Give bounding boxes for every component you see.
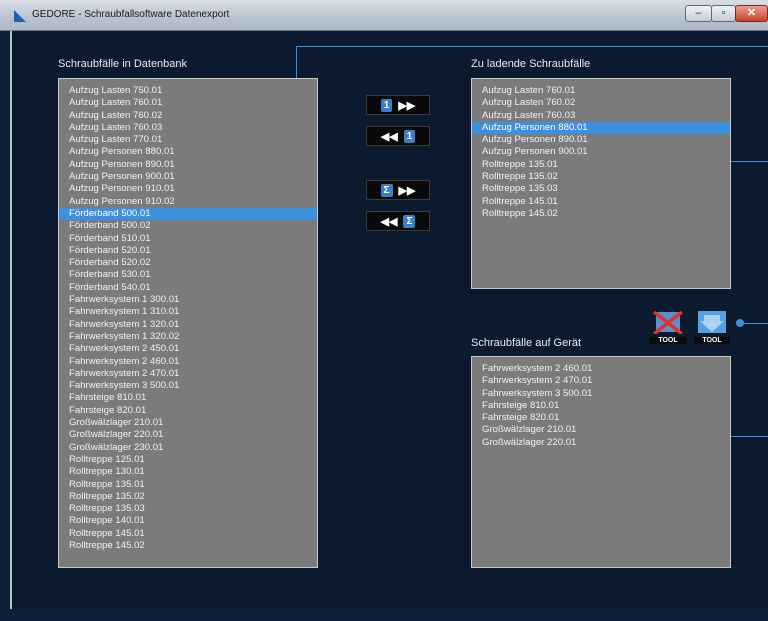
list-item[interactable]: Aufzug Personen 880.01 — [59, 146, 317, 158]
arrow-left-icon: ◀◀ — [380, 130, 398, 143]
list-item[interactable]: Förderband 520.01 — [59, 245, 317, 257]
list-item[interactable]: Fahrsteige 820.01 — [472, 412, 730, 424]
list-item[interactable]: Fahrwerksystem 1 310.01 — [59, 306, 317, 318]
list-item[interactable]: Fahrwerksystem 2 460.01 — [472, 363, 730, 375]
to-load-listbox[interactable]: Aufzug Lasten 760.01 Aufzug Lasten 760.02… — [471, 78, 731, 289]
list-item[interactable]: Aufzug Personen 910.01 — [59, 183, 317, 195]
list-item[interactable]: Aufzug Personen 910.02 — [59, 196, 317, 208]
connector-line — [296, 46, 768, 47]
list-item[interactable]: Rolltreppe 145.02 — [472, 208, 730, 220]
list-item[interactable]: Großwälzlager 220.01 — [59, 429, 317, 441]
list-item[interactable]: Rolltreppe 125.01 — [59, 454, 317, 466]
list-item[interactable]: Rolltreppe 140.01 — [59, 515, 317, 527]
list-item[interactable]: Rolltreppe 145.02 — [59, 540, 317, 552]
remove-one-button[interactable]: ◀◀ 1 — [366, 126, 430, 146]
list-item[interactable]: Rolltreppe 135.03 — [59, 503, 317, 515]
on-device-listbox[interactable]: Fahrwerksystem 2 460.01 Fahrwerksystem 2 … — [471, 356, 731, 568]
list-item[interactable]: Aufzug Personen 890.01 — [59, 159, 317, 171]
list-item[interactable]: Rolltreppe 135.01 — [472, 159, 730, 171]
list-item[interactable]: Aufzug Lasten 750.01 — [59, 85, 317, 97]
arrow-right-icon: ▶▶ — [398, 184, 416, 197]
close-button[interactable]: ✕ — [735, 5, 768, 22]
arrow-right-icon: ▶▶ — [398, 99, 416, 112]
list-item[interactable]: Fahrwerksystem 1 300.01 — [59, 294, 317, 306]
list-item[interactable]: Aufzug Personen 900.01 — [472, 146, 730, 158]
list-item[interactable]: Förderband 500.02 — [59, 220, 317, 232]
list-item[interactable]: Fahrsteige 810.01 — [59, 392, 317, 404]
download-to-tool-icon — [698, 311, 726, 333]
list-item[interactable]: Großwälzlager 220.01 — [472, 437, 730, 449]
list-item[interactable]: Rolltreppe 135.02 — [472, 171, 730, 183]
list-item[interactable]: Rolltreppe 130.01 — [59, 466, 317, 478]
all-cases-icon: Σ — [403, 214, 416, 228]
delete-tool-button[interactable]: TOOL — [650, 310, 686, 344]
list-item[interactable]: Aufzug Personen 880.01 — [472, 121, 730, 135]
list-item[interactable]: Rolltreppe 135.02 — [59, 491, 317, 503]
list-item[interactable]: Aufzug Personen 900.01 — [59, 171, 317, 183]
list-item[interactable]: Großwälzlager 210.01 — [472, 424, 730, 436]
list-item[interactable]: Förderband 500.01 — [59, 207, 317, 221]
minimize-button[interactable]: – — [685, 5, 712, 22]
list-item[interactable]: Fahrwerksystem 2 470.01 — [59, 368, 317, 380]
delete-tool-icon — [652, 310, 684, 336]
list-item[interactable]: Aufzug Lasten 760.03 — [472, 110, 730, 122]
database-listbox[interactable]: Aufzug Lasten 750.01 Aufzug Lasten 760.01… — [58, 78, 318, 568]
list-item[interactable]: Rolltreppe 145.01 — [472, 196, 730, 208]
list-item[interactable]: Aufzug Lasten 760.01 — [59, 97, 317, 109]
maximize-button[interactable]: ▫ — [711, 5, 736, 22]
list-item[interactable]: Förderband 540.01 — [59, 282, 317, 294]
list-item[interactable]: Aufzug Lasten 760.01 — [472, 85, 730, 97]
single-case-icon: 1 — [380, 98, 393, 112]
list-item[interactable]: Aufzug Lasten 770.01 — [59, 134, 317, 146]
list-item[interactable]: Aufzug Personen 890.01 — [472, 134, 730, 146]
app-logo-icon — [14, 10, 26, 22]
list-item[interactable]: Förderband 530.01 — [59, 269, 317, 281]
list-item[interactable]: Fahrsteige 820.01 — [59, 405, 317, 417]
list-item[interactable]: Fahrwerksystem 3 500.01 — [472, 388, 730, 400]
to-load-label: Zu ladende Schraubfälle — [471, 58, 591, 70]
title-bar: GEDORE - Schraubfallsoftware Datenexport… — [0, 0, 768, 31]
list-item[interactable]: Fahrwerksystem 2 470.01 — [472, 375, 730, 387]
tool-caption: TOOL — [650, 337, 686, 344]
list-item[interactable]: Rolltreppe 145.01 — [59, 528, 317, 540]
arrow-left-icon: ◀◀ — [380, 215, 398, 228]
list-item[interactable]: Großwälzlager 230.01 — [59, 442, 317, 454]
list-item[interactable]: Großwälzlager 210.01 — [59, 417, 317, 429]
list-item[interactable]: Fahrwerksystem 1 320.01 — [59, 319, 317, 331]
connector-line — [740, 323, 768, 324]
list-item[interactable]: Aufzug Lasten 760.02 — [472, 97, 730, 109]
add-all-button[interactable]: Σ ▶▶ — [366, 180, 430, 200]
list-item[interactable]: Rolltreppe 135.03 — [472, 183, 730, 195]
remove-all-button[interactable]: ◀◀ Σ — [366, 211, 430, 231]
list-item[interactable]: Rolltreppe 135.01 — [59, 479, 317, 491]
list-item[interactable]: Aufzug Lasten 760.02 — [59, 110, 317, 122]
list-item[interactable]: Förderband 520.02 — [59, 257, 317, 269]
all-cases-icon: Σ — [380, 183, 393, 197]
app-window: GEDORE - Schraubfallsoftware Datenexport… — [0, 0, 768, 621]
list-item[interactable]: Fahrsteige 810.01 — [472, 400, 730, 412]
single-case-icon: 1 — [403, 129, 416, 143]
tool-caption: TOOL — [694, 337, 730, 344]
list-item[interactable]: Fahrwerksystem 1 320.02 — [59, 331, 317, 343]
window-title: GEDORE - Schraubfallsoftware Datenexport — [32, 9, 230, 20]
transfer-tool-button[interactable]: TOOL — [694, 310, 730, 344]
list-item[interactable]: Aufzug Lasten 760.03 — [59, 122, 317, 134]
list-item[interactable]: Förderband 510.01 — [59, 233, 317, 245]
connector-dot — [736, 319, 744, 327]
list-item[interactable]: Fahrwerksystem 2 460.01 — [59, 356, 317, 368]
on-device-label: Schraubfälle auf Gerät — [471, 337, 582, 349]
list-item[interactable]: Fahrwerksystem 3 500.01 — [59, 380, 317, 392]
list-item[interactable]: Fahrwerksystem 2 450.01 — [59, 343, 317, 355]
database-label: Schraubfälle in Datenbank — [58, 58, 188, 70]
add-one-button[interactable]: 1 ▶▶ — [366, 95, 430, 115]
